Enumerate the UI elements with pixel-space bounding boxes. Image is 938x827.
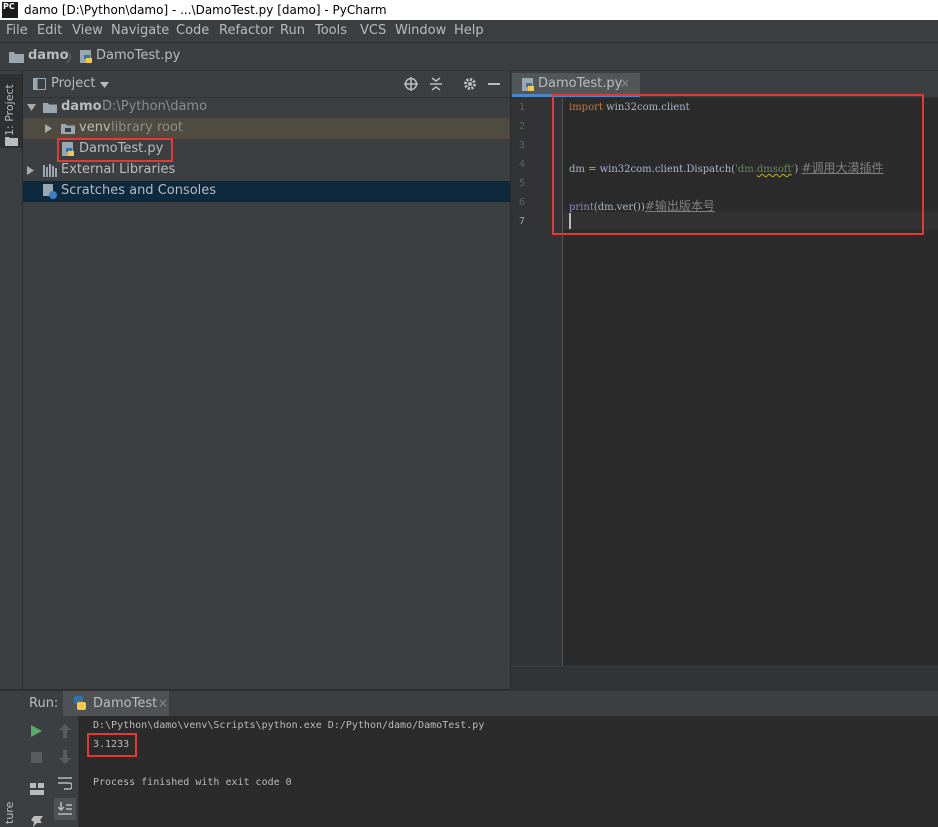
folder-icon <box>61 124 75 134</box>
expand-down-icon[interactable] <box>27 104 36 111</box>
run-console[interactable] <box>79 716 938 827</box>
window-title: damo [D:\Python\damo] - ...\DamoTest.py … <box>24 3 387 17</box>
run-toolbar <box>22 716 79 827</box>
line-number: 7 <box>518 216 525 227</box>
menu-view[interactable]: View <box>72 23 103 38</box>
tree-item-external-libraries[interactable]: External Libraries <box>23 160 510 181</box>
line-number: 2 <box>518 121 525 132</box>
code-editor[interactable] <box>563 98 938 666</box>
expand-right-icon[interactable] <box>27 166 34 175</box>
menu-file[interactable]: File <box>6 23 28 38</box>
pin-icon[interactable] <box>31 816 43 827</box>
editor-tab-damotest[interactable]: DamoTest.py × <box>512 73 640 97</box>
left-tool-strip <box>0 71 23 689</box>
collapse-all-icon[interactable] <box>430 77 442 91</box>
close-tab-icon[interactable]: × <box>158 696 168 710</box>
scroll-to-end-icon <box>58 802 72 815</box>
menu-edit[interactable]: Edit <box>37 23 62 38</box>
menu-run[interactable]: Run <box>280 23 305 38</box>
folder-icon <box>43 103 57 113</box>
tree-venv-name: venv <box>79 120 111 135</box>
run-tab-damotest[interactable]: DamoTest × <box>63 691 169 716</box>
pycharm-logo-icon: PC <box>2 2 18 18</box>
python-file-icon <box>80 50 92 63</box>
layout-icon[interactable] <box>30 783 44 795</box>
left-strip-bottom: ture <box>0 716 22 827</box>
project-panel-header: Project <box>23 71 510 98</box>
play-icon[interactable] <box>31 725 42 737</box>
python-file-icon <box>62 142 74 156</box>
arrow-down-icon[interactable] <box>59 750 71 764</box>
expand-right-icon[interactable] <box>45 124 52 133</box>
menu-bar: File Edit View Navigate Code Refactor Ru… <box>0 20 938 43</box>
menu-navigate[interactable]: Navigate <box>111 23 169 38</box>
code-line-4: dm = win32com.client.Dispatch('dm.dmsoft… <box>569 161 884 175</box>
structure-tab-label[interactable]: ture <box>3 802 16 824</box>
editor-footer <box>511 666 938 690</box>
line-number: 4 <box>518 159 525 170</box>
line-number: 5 <box>518 178 525 189</box>
folder-icon <box>9 52 24 63</box>
folder-icon <box>5 137 18 146</box>
tree-file-name: DamoTest.py <box>79 141 164 156</box>
menu-code[interactable]: Code <box>176 23 209 38</box>
library-icon <box>43 164 57 177</box>
stop-icon[interactable] <box>31 752 42 763</box>
run-tab-label: DamoTest <box>93 696 158 711</box>
breadcrumb-project[interactable]: damo <box>28 48 69 63</box>
line-number: 1 <box>518 102 525 113</box>
console-output-value: 3.1233 <box>93 739 130 750</box>
tree-item-file[interactable]: DamoTest.py <box>23 139 510 160</box>
project-panel-title[interactable]: Project <box>51 76 95 91</box>
current-line-highlight <box>563 212 938 230</box>
run-panel-header: Run: DamoTest × <box>0 690 938 717</box>
editor-tab-label: DamoTest.py <box>538 76 623 91</box>
console-command-line: D:\Python\damo\venv\Scripts\python.exe D… <box>93 720 485 731</box>
minimize-icon[interactable] <box>488 83 500 85</box>
menu-window[interactable]: Window <box>395 23 446 38</box>
scroll-to-end-button[interactable] <box>54 798 76 820</box>
breadcrumb-file[interactable]: DamoTest.py <box>96 48 180 63</box>
tree-item-venv[interactable]: venv library root <box>23 118 510 139</box>
python-file-icon <box>522 78 534 91</box>
tree-item-root[interactable]: damo D:\Python\damo <box>23 97 510 118</box>
tree-venv-note: library root <box>111 120 184 135</box>
arrow-up-icon[interactable] <box>59 724 71 738</box>
text-cursor <box>569 213 571 229</box>
project-tool-tab-label: 1: Project <box>3 84 16 136</box>
line-number: 6 <box>518 197 525 208</box>
tree-scratches-label: Scratches and Consoles <box>61 183 217 198</box>
menu-vcs[interactable]: VCS <box>360 23 386 38</box>
code-line-1: import win32com.client <box>569 102 690 113</box>
tree-root-path: D:\Python\damo <box>102 99 208 114</box>
locate-target-icon[interactable] <box>404 77 418 91</box>
close-tab-icon[interactable]: × <box>620 76 630 90</box>
soft-wrap-icon[interactable] <box>58 776 72 790</box>
chevron-down-icon[interactable] <box>100 82 109 88</box>
breadcrumb-separator-icon: 〉 <box>66 51 80 66</box>
tree-external-label: External Libraries <box>61 162 176 177</box>
python-icon <box>74 696 86 710</box>
line-number: 3 <box>518 140 525 151</box>
code-line-6: print(dm.ver())#输出版本号 <box>569 199 715 213</box>
console-exit-message: Process finished with exit code 0 <box>93 777 292 788</box>
project-view-icon <box>33 78 46 90</box>
menu-tools[interactable]: Tools <box>315 23 347 38</box>
menu-refactor[interactable]: Refactor <box>219 23 274 38</box>
run-label: Run: <box>29 696 59 711</box>
gear-icon[interactable] <box>463 77 477 91</box>
navigation-bar: damo 〉 DamoTest.py <box>0 43 938 71</box>
tree-root-name: damo <box>61 99 102 114</box>
scratches-icon <box>43 184 57 199</box>
tree-item-scratches[interactable]: Scratches and Consoles <box>23 181 510 202</box>
menu-help[interactable]: Help <box>454 23 484 38</box>
